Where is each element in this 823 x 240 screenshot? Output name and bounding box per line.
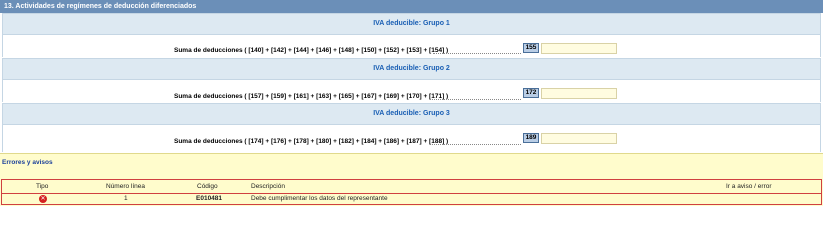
box-155-label: 155 — [523, 43, 539, 53]
group-1-leader — [433, 53, 521, 54]
box-155-input[interactable] — [541, 43, 617, 54]
errors-table: Tipo Número línea Código Descripción Ir … — [1, 179, 822, 205]
col-codigo: Código — [197, 183, 218, 190]
row-linea: 1 — [124, 195, 128, 202]
group-2-sum-label: Suma de deducciones ( [157] + [159] + [1… — [174, 93, 449, 100]
col-ir-aviso: Ir a aviso / error — [726, 183, 772, 190]
errors-panel: Errores y avisos Tipo Número línea Códig… — [0, 153, 823, 206]
group-3-header: IVA deducible: Grupo 3 — [2, 103, 821, 125]
box-172-input[interactable] — [541, 88, 617, 99]
group-1-header: IVA deducible: Grupo 1 — [2, 13, 821, 35]
group-3-leader — [430, 144, 521, 145]
errors-table-divider — [2, 193, 821, 194]
section-header: 13. Actividades de regímenes de deducció… — [0, 0, 823, 13]
col-tipo: Tipo — [36, 183, 49, 190]
box-189-input[interactable] — [541, 133, 617, 144]
group-1-row: Suma de deducciones ( [140] + [142] + [1… — [2, 35, 821, 57]
group-3-row: Suma de deducciones ( [174] + [176] + [1… — [2, 125, 821, 152]
group-2-row: Suma de deducciones ( [157] + [159] + [1… — [2, 80, 821, 102]
group-2-header: IVA deducible: Grupo 2 — [2, 58, 821, 80]
error-icon: ✕ — [39, 195, 47, 203]
errors-title: Errores y avisos — [2, 159, 53, 166]
box-189-label: 189 — [523, 133, 539, 143]
row-codigo[interactable]: E010481 — [196, 195, 222, 202]
group-1-sum-label: Suma de deducciones ( [140] + [142] + [1… — [174, 47, 449, 54]
col-descripcion: Descripción — [251, 183, 285, 190]
row-descripcion: Debe cumplimentar los datos del represen… — [251, 195, 388, 202]
box-172-label: 172 — [523, 88, 539, 98]
group-2-leader — [430, 99, 521, 100]
col-numero-linea: Número línea — [106, 183, 146, 190]
group-3-sum-label: Suma de deducciones ( [174] + [176] + [1… — [174, 138, 449, 145]
